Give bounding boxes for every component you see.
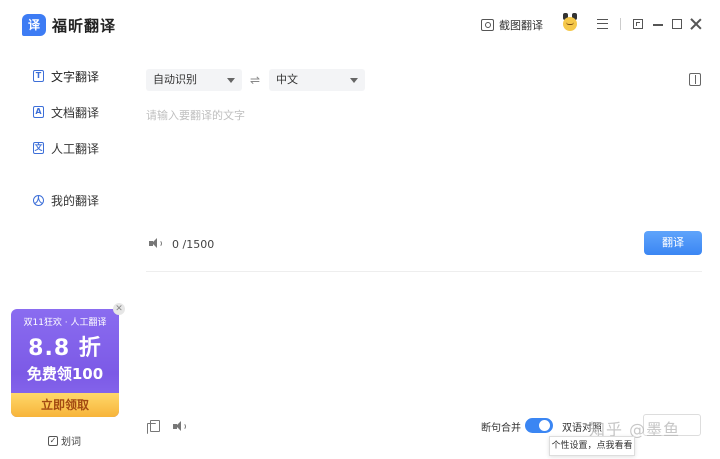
layout-toggle-icon[interactable] xyxy=(689,73,701,86)
target-language-value: 中文 xyxy=(276,73,298,86)
translate-button[interactable]: 翻译 xyxy=(644,231,702,255)
chevron-down-icon xyxy=(227,78,235,83)
close-icon[interactable] xyxy=(690,17,702,31)
camera-icon xyxy=(481,19,494,31)
promo-top-text: 双11狂欢 · 人工翻译 xyxy=(23,318,107,328)
settings-tooltip: 个性设置，点我看看 xyxy=(549,436,635,456)
minimize-icon[interactable] xyxy=(653,24,663,26)
copy-icon[interactable] xyxy=(147,420,160,434)
document-translate-icon: A xyxy=(33,106,44,118)
source-language-value: 自动识别 xyxy=(153,73,197,86)
app-logo-icon: 译 xyxy=(22,14,46,36)
sidebar-item-label: 文字翻译 xyxy=(51,69,100,84)
word-select-toggle[interactable]: ✓ 划词 xyxy=(48,433,81,448)
speaker-icon[interactable] xyxy=(173,421,186,432)
title-bar: 译 福昕翻译 截图翻译 xyxy=(0,0,720,52)
sidebar-item-label: 文档翻译 xyxy=(51,105,100,120)
app-title: 福昕翻译 xyxy=(52,17,117,35)
screenshot-translate-button[interactable]: 截图翻译 xyxy=(481,16,543,34)
maximize-icon[interactable] xyxy=(672,19,682,29)
human-translate-icon: 文 xyxy=(33,142,44,154)
source-language-select[interactable]: 自动识别 xyxy=(146,69,242,91)
checkbox-checked-icon[interactable]: ✓ xyxy=(48,435,58,446)
source-text-input[interactable] xyxy=(146,107,701,227)
menu-icon[interactable] xyxy=(597,19,608,29)
speaker-icon[interactable] xyxy=(149,238,162,249)
chevron-down-icon xyxy=(350,78,358,83)
promo-discount: 8.8 折 xyxy=(28,336,102,361)
user-icon: 人 xyxy=(33,194,44,206)
promo-offer: 免费领100 xyxy=(26,365,104,383)
sidebar-item-my-translations[interactable]: 人 我的翻译 xyxy=(33,192,99,208)
sidebar-item-label: 我的翻译 xyxy=(51,193,100,208)
promo-close-icon[interactable]: ✕ xyxy=(113,303,125,315)
screenshot-translate-label: 截图翻译 xyxy=(499,19,543,32)
merge-sentences-toggle[interactable] xyxy=(525,418,553,433)
titlebar-divider xyxy=(620,18,621,30)
word-select-label: 划词 xyxy=(61,437,81,448)
avatar[interactable] xyxy=(561,13,579,35)
translate-panel: 自动识别 ⇌ 中文 0 /1500 翻译 断句合并 双语对照 知乎 @墨鱼 个性… xyxy=(130,52,720,459)
sidebar-item-document-translate[interactable]: A 文档翻译 xyxy=(33,104,99,120)
pin-window-icon[interactable] xyxy=(633,19,643,29)
sidebar-item-label: 人工翻译 xyxy=(51,141,100,156)
promo-claim-button[interactable]: 立即领取 xyxy=(11,393,119,417)
panel-divider xyxy=(146,271,702,272)
target-language-select[interactable]: 中文 xyxy=(269,69,365,91)
text-translate-icon: T xyxy=(33,70,44,82)
merge-sentences-label: 断句合并 xyxy=(481,423,521,434)
sidebar-item-text-translate[interactable]: T 文字翻译 xyxy=(33,68,99,84)
swap-languages-icon[interactable]: ⇌ xyxy=(250,73,260,87)
sidebar-item-human-translate[interactable]: 文 人工翻译 xyxy=(33,140,99,156)
promo-banner[interactable]: 双11狂欢 · 人工翻译 8.8 折 免费领100 立即领取 xyxy=(11,309,119,417)
sidebar: T 文字翻译 A 文档翻译 文 人工翻译 人 我的翻译 双11狂欢 · 人工翻译… xyxy=(0,52,130,459)
char-count: 0 /1500 xyxy=(172,238,215,251)
